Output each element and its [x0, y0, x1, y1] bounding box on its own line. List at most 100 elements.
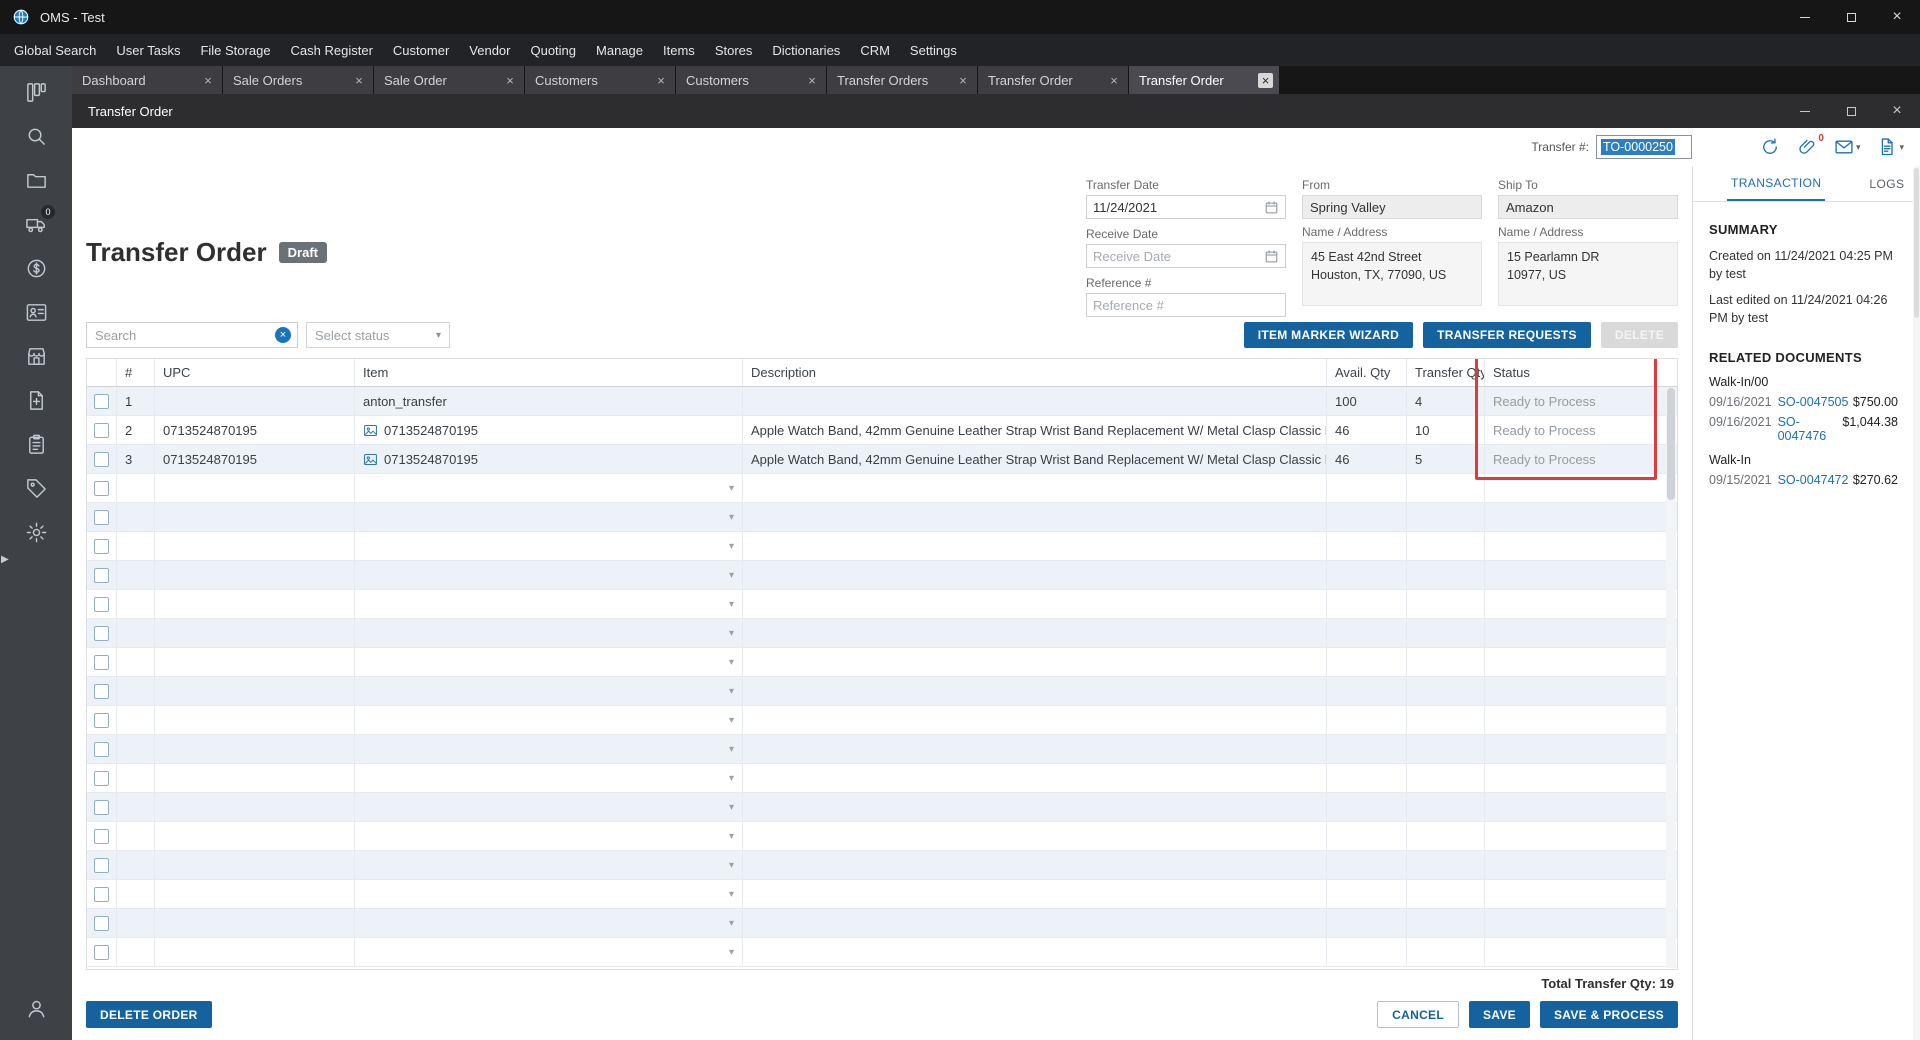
- receive-date-input[interactable]: [1086, 244, 1286, 268]
- row-checkbox[interactable]: [94, 422, 109, 438]
- menu-item-dictionaries[interactable]: Dictionaries: [762, 34, 850, 66]
- row-checkbox[interactable]: [94, 567, 109, 583]
- item-dropdown-icon[interactable]: ▾: [729, 889, 734, 900]
- tab-logs[interactable]: LOGS: [1865, 166, 1908, 201]
- attachments-icon[interactable]: 0: [1797, 133, 1824, 157]
- item-dropdown-icon[interactable]: ▾: [729, 483, 734, 494]
- row-checkbox[interactable]: [94, 712, 109, 728]
- sidebar-item-shipments[interactable]: 0: [12, 202, 60, 246]
- status-filter-select[interactable]: Select status ▾: [306, 322, 450, 348]
- menu-item-settings[interactable]: Settings: [900, 34, 967, 66]
- close-button[interactable]: ×: [1874, 0, 1920, 34]
- menu-item-cash-register[interactable]: Cash Register: [281, 34, 383, 66]
- email-icon[interactable]: ▾: [1834, 137, 1860, 157]
- sidebar-item-stores[interactable]: [12, 334, 60, 378]
- inner-minimize-button[interactable]: [1782, 94, 1828, 128]
- item-marker-wizard-button[interactable]: ITEM MARKER WIZARD: [1243, 322, 1414, 348]
- tab-close-icon[interactable]: ×: [351, 72, 367, 88]
- tab-sale-order[interactable]: Sale Order ×: [374, 66, 524, 94]
- menu-item-vendor[interactable]: Vendor: [459, 34, 520, 66]
- menu-item-user-tasks[interactable]: User Tasks: [106, 34, 190, 66]
- sidebar-item-tasks[interactable]: [12, 422, 60, 466]
- clear-search-icon[interactable]: ×: [275, 327, 291, 343]
- row-checkbox[interactable]: [94, 538, 109, 554]
- transfer-number-input[interactable]: TO-0000250: [1596, 135, 1692, 159]
- item-dropdown-icon[interactable]: ▾: [729, 918, 734, 929]
- item-dropdown-icon[interactable]: ▾: [729, 599, 734, 610]
- row-checkbox[interactable]: [94, 509, 109, 525]
- tab-dashboard[interactable]: Dashboard ×: [72, 66, 222, 94]
- row-checkbox[interactable]: [94, 741, 109, 757]
- sidebar-item-search[interactable]: [12, 114, 60, 158]
- document-menu-icon[interactable]: ▾: [1877, 137, 1904, 157]
- menu-item-manage[interactable]: Manage: [586, 34, 653, 66]
- item-dropdown-icon[interactable]: ▾: [729, 860, 734, 871]
- transfer-requests-button[interactable]: TRANSFER REQUESTS: [1423, 322, 1591, 348]
- row-checkbox[interactable]: [94, 393, 109, 409]
- refresh-icon[interactable]: [1760, 137, 1780, 157]
- column-header-item[interactable]: Item: [355, 359, 743, 386]
- tab-transfer-order[interactable]: Transfer Order ×: [1129, 66, 1279, 94]
- item-dropdown-icon[interactable]: ▾: [729, 541, 734, 552]
- tab-close-icon[interactable]: ×: [1106, 72, 1122, 88]
- row-checkbox[interactable]: [94, 857, 109, 873]
- receive-date-value[interactable]: [1093, 248, 1264, 264]
- item-dropdown-icon[interactable]: ▾: [729, 947, 734, 958]
- tab-close-icon[interactable]: ×: [804, 72, 820, 88]
- row-checkbox[interactable]: [94, 886, 109, 902]
- tab-customers[interactable]: Customers ×: [525, 66, 675, 94]
- delete-order-button[interactable]: DELETE ORDER: [86, 1001, 212, 1028]
- menu-item-items[interactable]: Items: [653, 34, 705, 66]
- sidebar-item-tags[interactable]: [12, 466, 60, 510]
- calendar-icon[interactable]: [1264, 249, 1279, 264]
- search-field[interactable]: [95, 327, 275, 343]
- minimize-button[interactable]: [1782, 0, 1828, 34]
- row-checkbox[interactable]: [94, 596, 109, 612]
- sidebar-item-documents[interactable]: [12, 378, 60, 422]
- scrollbar-thumb[interactable]: [1914, 168, 1919, 318]
- delete-button[interactable]: DELETE: [1600, 322, 1678, 348]
- sidebar-item-files[interactable]: [12, 158, 60, 202]
- tab-transfer-orders[interactable]: Transfer Orders ×: [827, 66, 977, 94]
- item-dropdown-icon[interactable]: ▾: [729, 715, 734, 726]
- panel-scrollbar[interactable]: [1913, 166, 1920, 1040]
- save-process-button[interactable]: SAVE & PROCESS: [1539, 1001, 1678, 1028]
- row-checkbox[interactable]: [94, 770, 109, 786]
- doc-number-link[interactable]: SO-0047472: [1778, 473, 1849, 487]
- row-checkbox[interactable]: [94, 683, 109, 699]
- item-dropdown-icon[interactable]: ▾: [729, 744, 734, 755]
- tab-close-icon[interactable]: ×: [653, 72, 669, 88]
- search-input[interactable]: ×: [86, 322, 298, 348]
- sidebar-item-sales[interactable]: [12, 246, 60, 290]
- tab-close-icon[interactable]: ×: [200, 72, 216, 88]
- menu-item-quoting[interactable]: Quoting: [520, 34, 586, 66]
- table-scrollbar[interactable]: [1666, 388, 1676, 968]
- row-checkbox[interactable]: [94, 654, 109, 670]
- item-dropdown-icon[interactable]: ▾: [729, 831, 734, 842]
- row-checkbox[interactable]: [94, 915, 109, 931]
- sidebar-expand-icon[interactable]: ▶: [1, 554, 9, 565]
- row-checkbox[interactable]: [94, 480, 109, 496]
- menu-item-file-storage[interactable]: File Storage: [190, 34, 280, 66]
- column-header-upc[interactable]: UPC: [155, 359, 355, 386]
- column-header-transfer-qty[interactable]: Transfer Qty: [1407, 359, 1485, 386]
- column-header-description[interactable]: Description: [743, 359, 1327, 386]
- tab-customers[interactable]: Customers ×: [676, 66, 826, 94]
- inner-close-button[interactable]: ×: [1874, 94, 1920, 128]
- calendar-icon[interactable]: [1264, 200, 1279, 215]
- sidebar-item-customers[interactable]: [12, 290, 60, 334]
- reference-value[interactable]: [1093, 297, 1279, 313]
- doc-number-link[interactable]: SO-0047476: [1778, 415, 1843, 443]
- item-dropdown-icon[interactable]: ▾: [729, 686, 734, 697]
- item-dropdown-icon[interactable]: ▾: [729, 512, 734, 523]
- item-dropdown-icon[interactable]: ▾: [729, 570, 734, 581]
- column-header-avail-qty[interactable]: Avail. Qty: [1327, 359, 1407, 386]
- row-checkbox[interactable]: [94, 451, 109, 467]
- row-checkbox[interactable]: [94, 799, 109, 815]
- row-checkbox[interactable]: [94, 625, 109, 641]
- menu-item-global-search[interactable]: Global Search: [4, 34, 106, 66]
- tab-transaction[interactable]: TRANSACTION: [1727, 166, 1826, 201]
- column-header-col0[interactable]: #: [117, 359, 155, 386]
- item-dropdown-icon[interactable]: ▾: [729, 802, 734, 813]
- tab-close-icon[interactable]: ×: [1258, 72, 1273, 88]
